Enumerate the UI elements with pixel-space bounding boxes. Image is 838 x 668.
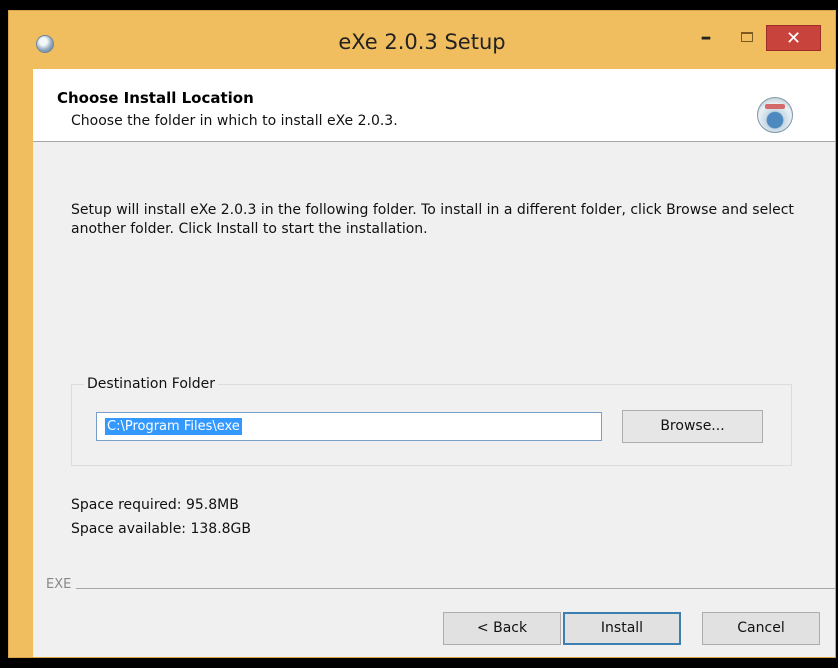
page-body: Setup will install eXe 2.0.3 in the foll… [33,142,835,657]
maximize-button[interactable] [730,29,763,49]
page-subtitle: Choose the folder in which to install eX… [71,113,398,129]
minimize-button[interactable]: – [693,27,719,51]
destination-path-input[interactable]: C:\Program Files\exe [96,412,602,441]
page-header: Choose Install Location Choose the folde… [33,69,835,142]
close-button[interactable]: ✕ [766,25,821,51]
intro-text: Setup will install eXe 2.0.3 in the foll… [71,202,794,237]
space-available: Space available: 138.8GB [71,521,252,537]
brand-label: EXE [46,577,77,592]
destination-folder-label: Destination Folder [84,376,219,392]
destination-path-value[interactable]: C:\Program Files\exe [105,418,242,435]
install-button[interactable]: Install [563,612,681,645]
cancel-button[interactable]: Cancel [702,612,820,645]
page-title: Choose Install Location [57,89,254,107]
space-required: Space required: 95.8MB [71,497,239,513]
browse-button[interactable]: Browse... [622,410,763,443]
nsis-install-icon [757,97,793,133]
destination-folder-group: Destination Folder C:\Program Files\exe … [71,376,792,466]
back-button[interactable]: < Back [443,612,561,645]
installer-window: eXe 2.0.3 Setup – ✕ Choose Install Locat… [8,10,836,658]
title-bar[interactable]: eXe 2.0.3 Setup – ✕ [9,11,835,69]
maximize-icon [741,32,753,42]
brand-divider [46,588,835,589]
